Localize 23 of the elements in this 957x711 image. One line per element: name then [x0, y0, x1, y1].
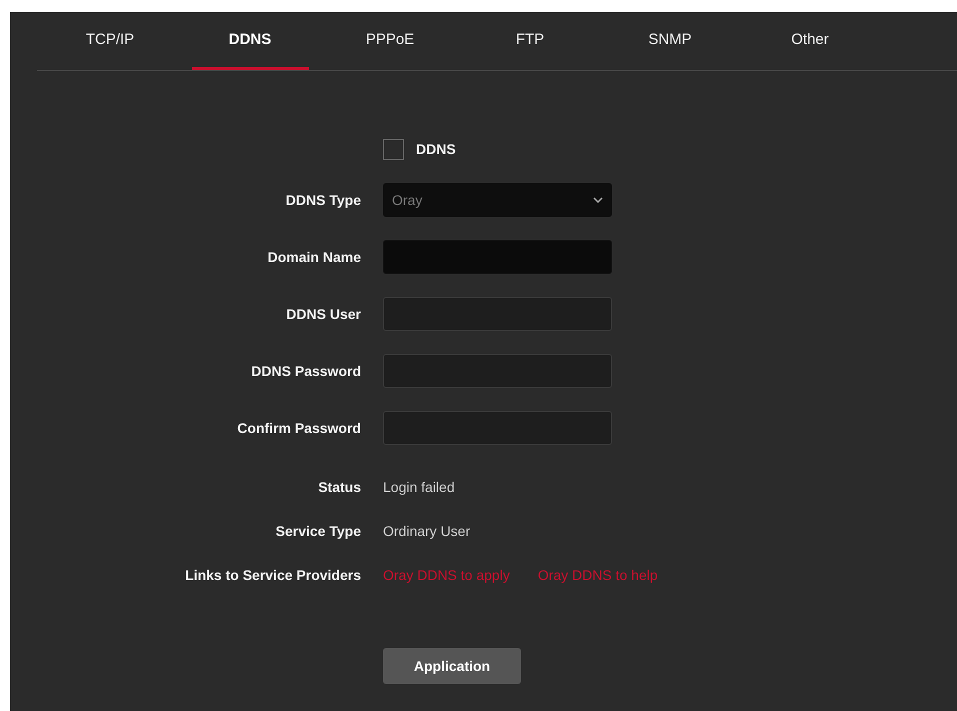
field-value: Ordinary User [383, 523, 470, 539]
tab[interactable]: PPPoE [320, 12, 460, 70]
input-field[interactable] [383, 240, 612, 274]
application-button[interactable]: Application [383, 648, 521, 684]
tab[interactable]: Other [740, 12, 880, 70]
field-value: Login failed [383, 479, 455, 495]
field-label: Links to Service Providers [184, 567, 362, 583]
tab[interactable]: FTP [460, 12, 600, 70]
field-label: Confirm Password [236, 420, 362, 436]
input-field[interactable] [383, 354, 612, 388]
field-label: Service Type [274, 523, 362, 539]
tab[interactable]: TCP/IP [40, 12, 180, 70]
field-label: DDNS Type [284, 192, 362, 208]
field-label: DDNS Password [250, 363, 362, 379]
field-label: Status [317, 479, 362, 495]
field-label: DDNS User [285, 306, 362, 322]
input-field[interactable] [383, 297, 612, 331]
checkbox-label: DDNS [416, 141, 456, 157]
chevron-down-icon [593, 197, 603, 203]
checkbox[interactable] [383, 138, 404, 160]
field-label: Domain Name [266, 249, 362, 265]
input-field[interactable] [383, 411, 612, 445]
tab[interactable]: SNMP [600, 12, 740, 70]
